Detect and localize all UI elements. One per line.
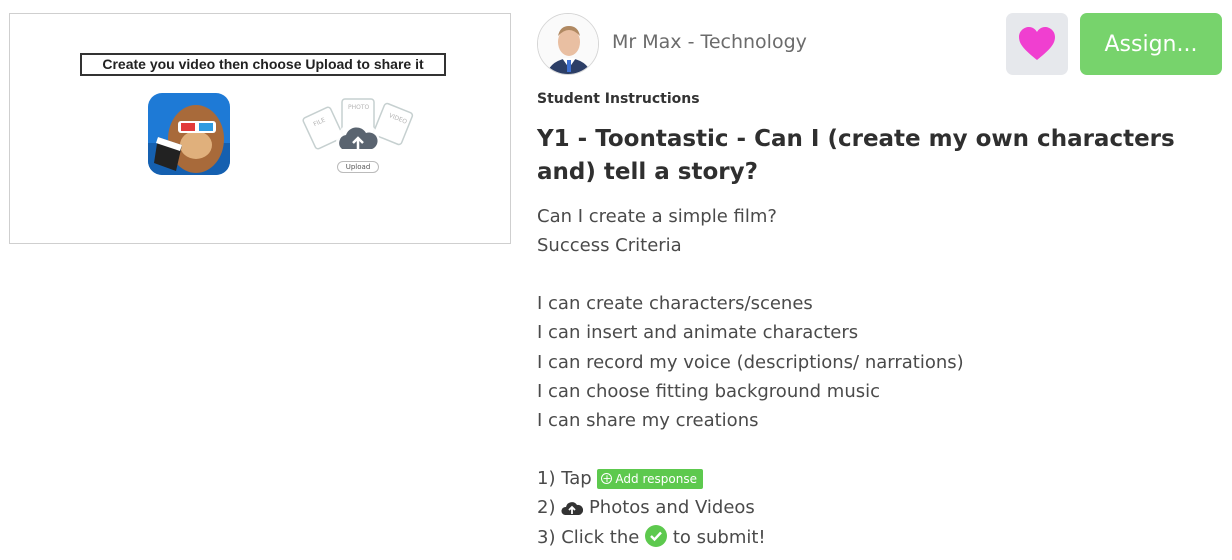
instruction-line: I can create characters/scenes — [537, 293, 813, 314]
plus-circle-icon: + — [601, 472, 613, 485]
step-3: 3) Click the to submit! — [537, 525, 766, 550]
instruction-line: Can I create a simple film? — [537, 206, 777, 227]
step-3-suffix: to submit! — [672, 527, 766, 548]
step-1: 1) Tap + Add response — [537, 467, 703, 491]
step-3-prefix: 3) Click the — [537, 527, 640, 548]
step-2: 2) Photos and Videos — [537, 496, 755, 520]
like-button[interactable] — [1006, 13, 1068, 75]
instruction-line: I can share my creations — [537, 410, 759, 431]
toontastic-app-icon — [148, 93, 230, 175]
instruction-line: Success Criteria — [537, 235, 682, 256]
teacher-name[interactable]: Mr Max - Technology — [612, 31, 807, 53]
activity-title: Y1 - Toontastic - Can I (create my own c… — [537, 126, 1175, 185]
assign-button[interactable]: Assign... — [1080, 13, 1222, 75]
heart-icon — [1019, 27, 1055, 60]
activity-thumbnail[interactable]: Create you video then choose Upload to s… — [9, 13, 511, 244]
upload-label: Upload — [337, 161, 379, 173]
cloud-upload-icon — [561, 502, 584, 515]
check-circle-icon — [645, 525, 668, 547]
thumbnail-banner: Create you video then choose Upload to s… — [80, 53, 446, 76]
svg-text:PHOTO: PHOTO — [348, 104, 370, 111]
instruction-line: I can choose fitting background music — [537, 381, 881, 402]
teacher-avatar — [537, 13, 599, 75]
add-response-label: Add response — [615, 471, 697, 486]
instruction-line: I can record my voice (descriptions/ nar… — [537, 352, 964, 373]
step-2-prefix: 2) — [537, 497, 556, 518]
instruction-line: I can insert and animate characters — [537, 322, 859, 343]
step-1-prefix: 1) Tap — [537, 468, 592, 489]
instructions-label: Student Instructions — [537, 91, 700, 107]
step-2-text: Photos and Videos — [588, 497, 755, 518]
add-response-pill: + Add response — [597, 468, 703, 489]
